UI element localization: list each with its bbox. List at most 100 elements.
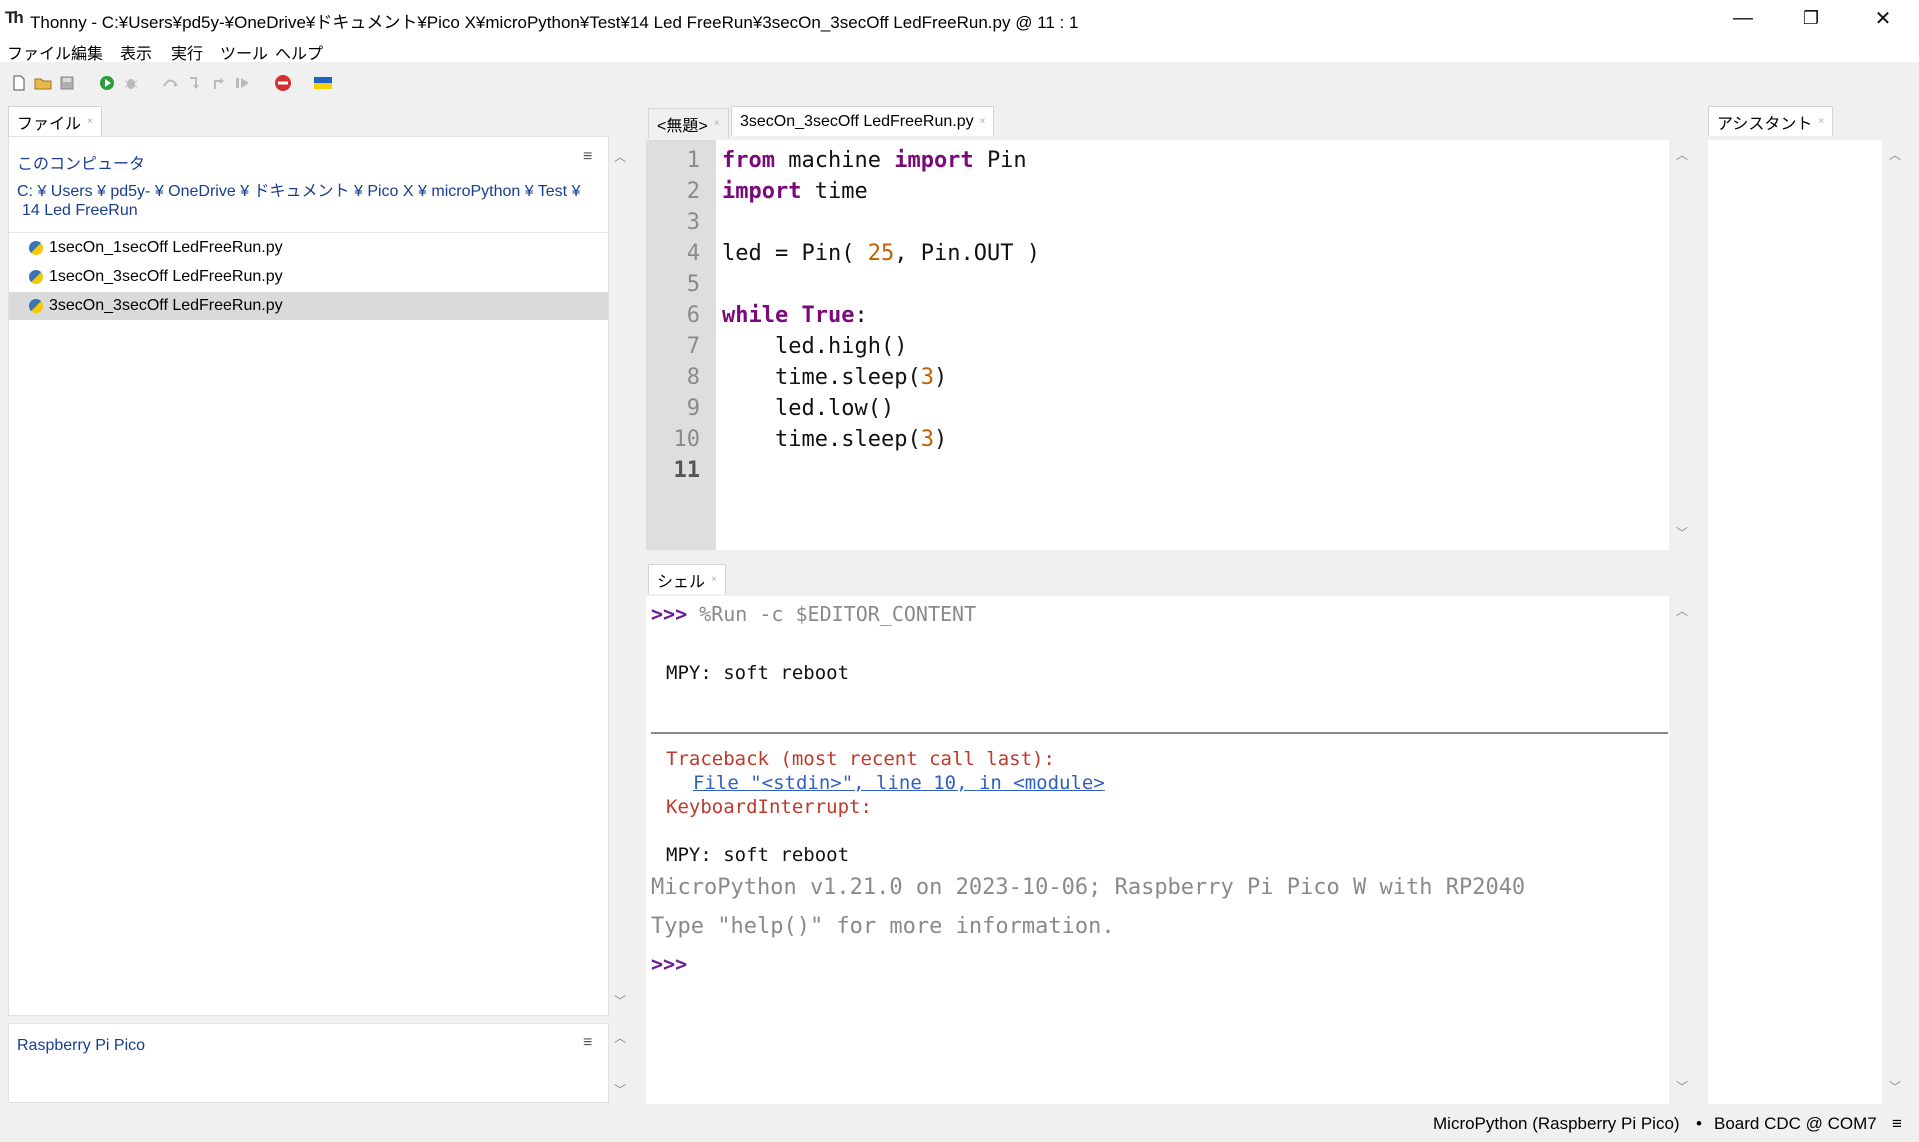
assistant-panel: [1708, 140, 1882, 1104]
divider: [9, 232, 608, 233]
line-number: 10: [673, 427, 701, 452]
code-line[interactable]: import time: [722, 179, 868, 204]
this-computer-label: このコンピュータ: [17, 156, 146, 173]
tab-assistant-label: アシスタント: [1717, 115, 1813, 133]
status-separator: •: [1696, 1114, 1702, 1133]
shell-traceback: Traceback (most recent call last):: [666, 748, 1055, 770]
close-icon[interactable]: ×: [980, 116, 986, 127]
tab-shell[interactable]: シェル ×: [648, 564, 726, 594]
python-file-icon: [29, 270, 43, 284]
python-file-icon: [29, 241, 43, 255]
scroll-up-icon[interactable]: ︿: [1886, 146, 1904, 163]
scroll-down-icon[interactable]: ﹀: [1673, 1078, 1691, 1095]
code-line[interactable]: led.low(): [722, 396, 894, 421]
tab-current-file[interactable]: 3secOn_3secOff LedFreeRun.py ×: [731, 106, 995, 136]
line-number: 6: [686, 303, 700, 328]
file-item[interactable]: 1secOn_1secOff LedFreeRun.py: [9, 234, 608, 262]
stop-icon[interactable]: [274, 74, 292, 92]
shell-output-reboot: MPY: soft reboot: [666, 844, 850, 866]
scroll-up-icon[interactable]: ︿: [611, 1029, 629, 1046]
menu-view[interactable]: 表示: [120, 40, 152, 64]
close-icon[interactable]: ×: [87, 116, 93, 127]
scroll-up-icon[interactable]: ︿: [611, 148, 629, 165]
device-scrollbar[interactable]: ︿ ﹀: [610, 1023, 631, 1103]
files-scrollbar[interactable]: ︿ ﹀: [610, 136, 631, 1016]
device-menu-icon[interactable]: ≡: [583, 1034, 592, 1052]
file-name: 1secOn_1secOff LedFreeRun.py: [49, 239, 283, 256]
file-item[interactable]: 1secOn_3secOff LedFreeRun.py: [9, 263, 608, 291]
shell-command-line: >>> %Run -c $EDITOR_CONTENT: [651, 602, 976, 626]
shell-scrollbar[interactable]: ︿ ﹀: [1670, 596, 1694, 1104]
title-bar: Th Thonny - C:¥Users¥pd5y-¥OneDrive¥ドキュメ…: [0, 0, 1919, 36]
close-icon[interactable]: ×: [1818, 116, 1824, 127]
close-icon[interactable]: ×: [714, 118, 720, 129]
code-line[interactable]: led.high(): [722, 334, 907, 359]
scroll-down-icon[interactable]: ﹀: [611, 992, 629, 1009]
code-line[interactable]: time.sleep(3): [722, 427, 947, 452]
interpreter-status[interactable]: MicroPython (Raspberry Pi Pico): [1433, 1114, 1680, 1134]
line-number: 7: [686, 334, 700, 359]
code-line[interactable]: led = Pin( 25, Pin.OUT ): [722, 241, 1040, 266]
window-title: Thonny - C:¥Users¥pd5y-¥OneDrive¥ドキュメント¥…: [30, 13, 1079, 32]
tab-untitled[interactable]: <無題> ×: [648, 108, 729, 138]
menu-help[interactable]: ヘルプ: [275, 40, 323, 64]
ukraine-flag-icon[interactable]: [314, 74, 332, 92]
menu-file[interactable]: ファイル: [7, 40, 71, 64]
shell-separator: [651, 732, 1668, 734]
file-name: 1secOn_3secOff LedFreeRun.py: [49, 268, 283, 285]
shell-traceback-link[interactable]: File "<stdin>", line 10, in <module>: [693, 772, 1105, 794]
device-title[interactable]: Raspberry Pi Pico: [17, 1037, 145, 1055]
resume-icon[interactable]: [234, 74, 252, 92]
line-number: 3: [686, 210, 700, 235]
run-icon[interactable]: [98, 74, 116, 92]
open-file-icon[interactable]: [34, 74, 52, 92]
file-name: 3secOn_3secOff LedFreeRun.py: [49, 297, 283, 314]
menu-tools[interactable]: ツール: [220, 40, 268, 64]
shell-output-reboot: MPY: soft reboot: [666, 662, 850, 684]
tab-files-label: ファイル: [17, 115, 82, 133]
tab-shell-label: シェル: [657, 573, 706, 591]
code-line[interactable]: time.sleep(3): [722, 365, 947, 390]
path-breadcrumb-folder[interactable]: 14 Led FreeRun: [22, 202, 138, 220]
path-breadcrumb[interactable]: C: ¥ Users ¥ pd5y- ¥ OneDrive ¥ ドキュメント ¥…: [17, 177, 580, 201]
menu-run[interactable]: 実行: [171, 40, 203, 64]
tab-files[interactable]: ファイル ×: [8, 106, 102, 136]
scroll-down-icon[interactable]: ﹀: [1673, 524, 1691, 541]
shell-help-hint: Type "help()" for more information.: [651, 914, 1115, 939]
step-out-icon[interactable]: [210, 74, 228, 92]
step-into-icon[interactable]: [186, 74, 204, 92]
port-status[interactable]: Board CDC @ COM7: [1714, 1114, 1877, 1134]
step-over-icon[interactable]: [162, 74, 180, 92]
line-number: 8: [686, 365, 700, 390]
minimize-button[interactable]: —: [1709, 0, 1777, 36]
editor-scrollbar[interactable]: ︿ ﹀: [1670, 140, 1694, 550]
line-number: 1: [686, 148, 700, 173]
shell-error: KeyboardInterrupt:: [666, 796, 872, 818]
debug-icon[interactable]: [122, 74, 140, 92]
scroll-down-icon[interactable]: ﹀: [611, 1081, 629, 1098]
close-icon[interactable]: ×: [711, 574, 717, 585]
save-icon[interactable]: [58, 74, 76, 92]
code-line[interactable]: from machine import Pin: [722, 148, 1027, 173]
close-button[interactable]: ✕: [1849, 0, 1917, 36]
device-panel: [8, 1023, 609, 1103]
shell-prompt: >>>: [651, 602, 688, 626]
files-menu-icon[interactable]: ≡: [583, 148, 592, 166]
scroll-up-icon[interactable]: ︿: [1673, 146, 1691, 163]
restore-button[interactable]: ❐: [1777, 0, 1845, 36]
line-number: 5: [686, 272, 700, 297]
shell-input-prompt[interactable]: >>>: [651, 952, 687, 976]
scroll-up-icon[interactable]: ︿: [1673, 602, 1691, 619]
line-number: 2: [686, 179, 700, 204]
file-item-selected[interactable]: 3secOn_3secOff LedFreeRun.py: [9, 292, 608, 320]
tab-untitled-label: <無題>: [657, 117, 708, 135]
code-line[interactable]: while True:: [722, 303, 868, 328]
tab-assistant[interactable]: アシスタント ×: [1708, 106, 1834, 136]
scroll-down-icon[interactable]: ﹀: [1886, 1078, 1904, 1095]
new-file-icon[interactable]: [10, 74, 28, 92]
status-menu-icon[interactable]: ≡: [1892, 1114, 1902, 1134]
assistant-scrollbar[interactable]: ︿ ﹀: [1883, 140, 1907, 1104]
shell-command: %Run -c $EDITOR_CONTENT: [687, 602, 977, 626]
menu-edit[interactable]: 編集: [71, 40, 103, 64]
tab-current-file-label: 3secOn_3secOff LedFreeRun.py: [740, 112, 974, 130]
